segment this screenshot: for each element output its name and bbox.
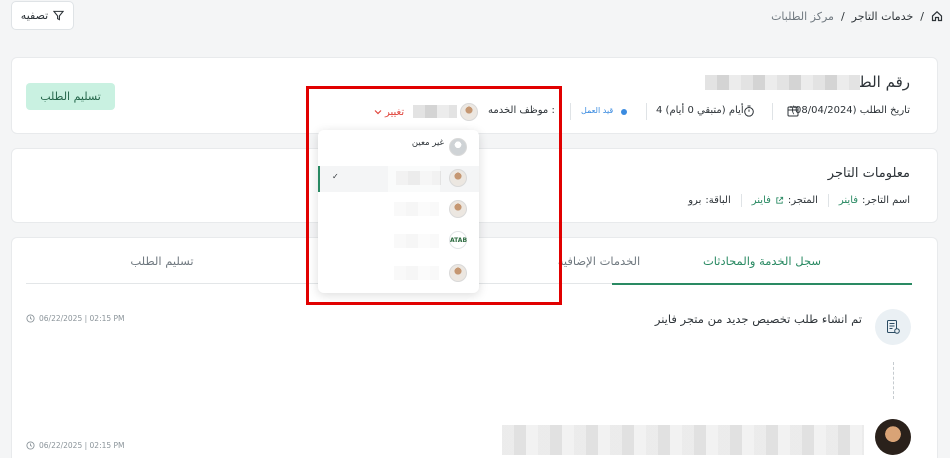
- order-meta-row: تاريخ الطلب (08/04/2024) 4 أيام (متبقي 0…: [12, 102, 937, 122]
- breadcrumb-separator: /: [840, 9, 845, 23]
- store-label: المتجر:: [787, 195, 818, 206]
- breadcrumb-item-orders-center[interactable]: مركز الطلبات: [771, 10, 834, 23]
- merchant-name-label: اسم التاجر:: [862, 195, 910, 206]
- employee-label: موظف الخدمه :: [488, 105, 555, 116]
- person-avatar-icon: [449, 200, 467, 218]
- merchant-info-row: اسم التاجر: فاينر المتجر: فاينر الباقة: …: [688, 194, 910, 207]
- external-link-icon: [776, 196, 784, 204]
- order-number-blurred: [705, 75, 860, 90]
- person-avatar-icon: [449, 169, 467, 187]
- clock-icon: [26, 441, 35, 450]
- timeline-connector: [893, 362, 894, 399]
- tab-additional-services[interactable]: الخدمات الإضافية: [449, 254, 749, 285]
- check-icon: ✓: [332, 172, 339, 181]
- meta-divider: [772, 103, 773, 120]
- breadcrumb: / خدمات التاجر / مركز الطلبات: [771, 7, 943, 25]
- activity-time-label: 06/22/2025 | 02:15 PM: [39, 314, 125, 323]
- package-label: الباقة:: [705, 195, 731, 206]
- order-date: تاريخ الطلب (08/04/2024): [791, 105, 910, 116]
- activity-text-blurred: [502, 425, 864, 455]
- merchant-name-link[interactable]: فاينر: [839, 195, 858, 206]
- breadcrumb-separator: /: [920, 9, 924, 23]
- activity-time-label: 06/22/2025 | 02:15 PM: [39, 441, 125, 450]
- status-badge: قيد العمل: [581, 106, 614, 115]
- filter-button[interactable]: تصفيه: [11, 1, 74, 30]
- breadcrumb-item-merchant-services[interactable]: خدمات التاجر: [852, 10, 914, 23]
- change-employee-label: تغيير: [385, 106, 405, 118]
- status-dot-icon: [621, 109, 627, 115]
- employee-name-blurred: [413, 105, 457, 118]
- info-divider: [740, 194, 742, 207]
- activity-time: 06/22/2025 | 02:15 PM: [26, 314, 125, 323]
- store-link[interactable]: فاينر: [752, 195, 771, 206]
- chevron-down-icon: [374, 110, 382, 115]
- person-avatar-icon: [449, 264, 467, 282]
- order-card: تسليم الطلب رقم الطلب تاريخ الطلب (08/04…: [11, 57, 938, 134]
- filter-button-label: تصفيه: [20, 9, 49, 22]
- activity-time: 06/22/2025 | 02:15 PM: [26, 441, 125, 450]
- document-settings-icon: [887, 320, 900, 334]
- change-employee-button[interactable]: تغيير: [374, 104, 409, 120]
- timer-icon: [744, 105, 754, 117]
- package-value: برو: [688, 195, 702, 206]
- merchant-title: معلومات التاجر: [827, 166, 910, 181]
- tab-deliver-order[interactable]: تسليم الطلب: [12, 254, 312, 285]
- employee-avatar: [460, 103, 478, 121]
- filter-icon: [53, 10, 65, 21]
- clock-icon: [26, 314, 35, 323]
- tab-deliver-order-label: تسليم الطلب: [130, 254, 194, 268]
- home-icon[interactable]: [931, 10, 943, 22]
- tab-additional-services-label: الخدمات الإضافية: [557, 254, 641, 268]
- order-duration: 4 أيام (متبقي 0 أيام): [656, 105, 744, 116]
- dropdown-scroll-gap: [388, 166, 440, 293]
- meta-divider: [646, 103, 647, 120]
- dropdown-item-unassigned[interactable]: غير معين: [318, 130, 479, 162]
- activity-icon-circle: [875, 309, 911, 345]
- info-divider: [827, 194, 829, 207]
- meta-divider: [570, 103, 571, 120]
- default-avatar-icon: [449, 138, 467, 156]
- assignee-dropdown: غير معين ✓ ATAB: [318, 130, 479, 293]
- activity-text: تم انشاء طلب تخصيص جديد من متجر فاينر: [654, 312, 862, 326]
- company-logo-icon: ATAB: [449, 231, 467, 249]
- user-avatar: [875, 419, 911, 455]
- dropdown-item-label: غير معين: [411, 138, 444, 148]
